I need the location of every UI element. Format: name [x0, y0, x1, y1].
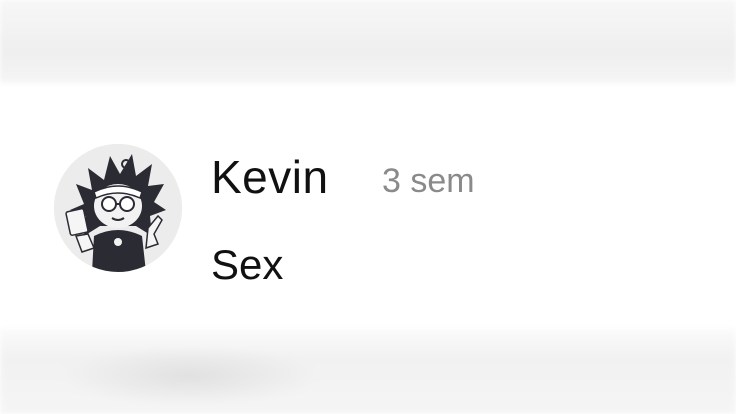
- next-comment-blur: [0, 328, 736, 414]
- user-avatar-drawing-icon: [54, 144, 182, 272]
- screen: Kevin 3 sem Sex: [0, 0, 736, 414]
- comment-row[interactable]: Kevin 3 sem Sex: [0, 86, 736, 328]
- username[interactable]: Kevin: [211, 154, 329, 200]
- previous-comment-blur: [0, 0, 736, 86]
- comment-timestamp: 3 sem: [382, 162, 475, 200]
- avatar[interactable]: [54, 144, 182, 272]
- comment-text: Sex: [211, 241, 284, 288]
